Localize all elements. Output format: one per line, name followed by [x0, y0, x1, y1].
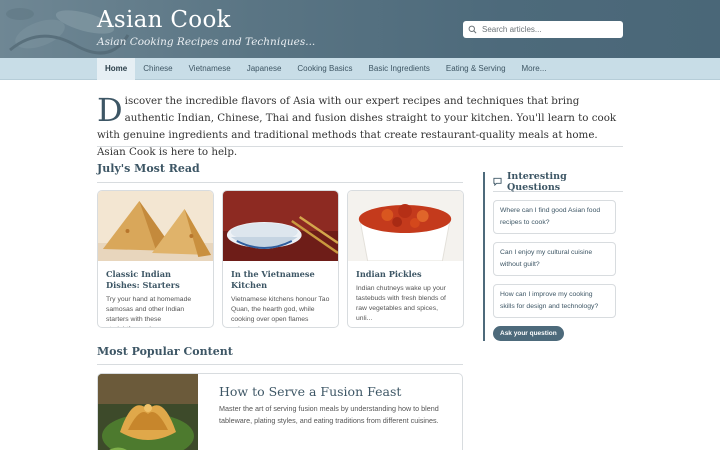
card-title[interactable]: In the Vietnamese Kitchen: [231, 269, 330, 291]
intro-dropcap: D: [97, 91, 123, 129]
questions-sidebar: Interesting Questions Where can I find g…: [483, 170, 623, 341]
search-box[interactable]: [463, 21, 623, 38]
ask-question-button[interactable]: Ask your question: [493, 326, 564, 341]
card-title[interactable]: Classic Indian Dishes: Starters: [106, 269, 205, 291]
popular-title: Most Popular Content: [97, 345, 233, 358]
question-item[interactable]: How can I improve my cooking skills for …: [493, 284, 616, 318]
search-icon: [468, 25, 477, 34]
card-title[interactable]: Indian Pickles: [356, 269, 455, 280]
fried-wontons-image: [98, 374, 198, 450]
feature-title[interactable]: How to Serve a Fusion Feast: [219, 384, 401, 399]
bowl-chopsticks-image: [223, 191, 338, 261]
site-header: Asian Cook Asian Cooking Recipes and Tec…: [0, 0, 720, 58]
nav-item-eating-serving[interactable]: Eating & Serving: [438, 58, 514, 80]
article-card[interactable]: Indian Pickles Indian chutneys wake up y…: [347, 190, 464, 328]
sidebar-header: Interesting Questions: [493, 170, 623, 193]
search-input[interactable]: [482, 25, 617, 34]
chat-bubble-icon: [493, 177, 502, 186]
card-excerpt: Try your hand at homemade samosas and ot…: [106, 296, 192, 327]
article-card[interactable]: Classic Indian Dishes: Starters Try your…: [97, 190, 214, 328]
nav-item-basic-ingredients[interactable]: Basic Ingredients: [361, 58, 438, 80]
nav-item-vietnamese[interactable]: Vietnamese: [181, 58, 239, 80]
samosas-image: [98, 191, 213, 261]
most-read-divider: [97, 182, 463, 183]
card-excerpt: Indian chutneys wake up your tastebuds w…: [356, 285, 446, 322]
nav-item-japanese[interactable]: Japanese: [239, 58, 290, 80]
nav-item-chinese[interactable]: Chinese: [135, 58, 180, 80]
nav-item-more[interactable]: More...: [514, 58, 555, 80]
nav-item-home[interactable]: Home: [97, 58, 136, 80]
site-tagline: Asian Cooking Recipes and Techniques...: [97, 36, 316, 48]
intro-text: iscover the incredible flavors of Asia w…: [97, 95, 617, 158]
intro-paragraph: Discover the incredible flavors of Asia …: [97, 93, 623, 161]
article-card[interactable]: In the Vietnamese Kitchen Vietnamese kit…: [222, 190, 339, 328]
nav-item-cooking-basics[interactable]: Cooking Basics: [289, 58, 360, 80]
intro-divider: [97, 146, 623, 147]
question-item[interactable]: Can I enjoy my cultural cuisine without …: [493, 242, 616, 276]
main-nav: Home Chinese Vietnamese Japanese Cooking…: [0, 58, 720, 80]
pickles-image: [348, 191, 463, 261]
site-title[interactable]: Asian Cook: [97, 7, 231, 33]
most-read-title: July's Most Read: [97, 162, 200, 175]
card-excerpt: Vietnamese kitchens honour Tao Quan, the…: [231, 296, 330, 327]
feature-excerpt: Master the art of serving fusion meals b…: [219, 404, 439, 425]
question-item[interactable]: Where can I find good Asian food recipes…: [493, 200, 616, 234]
sidebar-title: Interesting Questions: [506, 170, 567, 193]
popular-divider: [97, 364, 463, 365]
feature-article-card[interactable]: How to Serve a Fusion Feast Master the a…: [97, 373, 463, 450]
